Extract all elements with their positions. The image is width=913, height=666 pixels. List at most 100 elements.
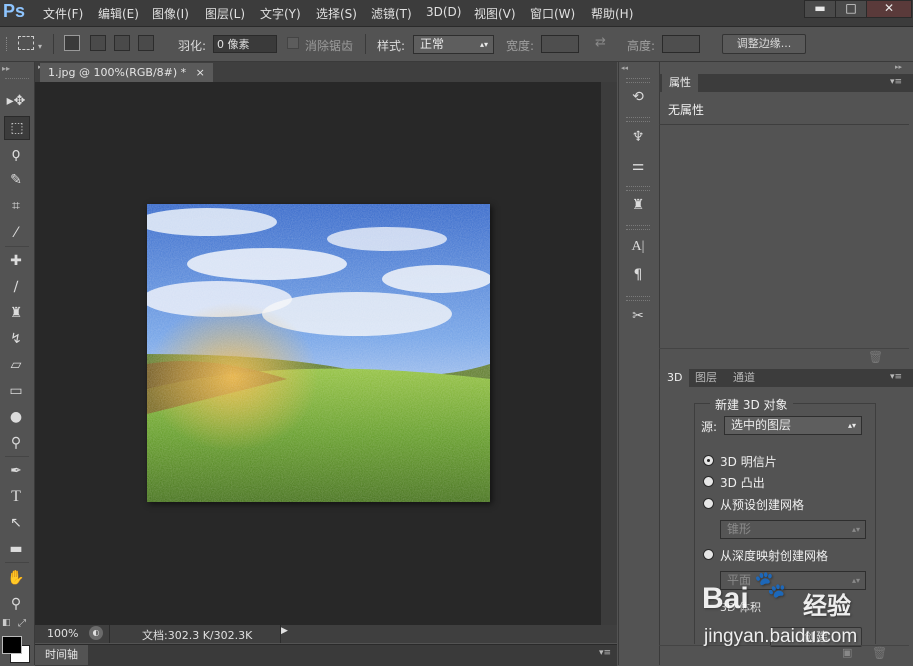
add-selection-icon[interactable] (90, 35, 106, 51)
tab-layers[interactable]: 图层 (688, 369, 724, 387)
new-selection-icon[interactable] (64, 35, 80, 51)
refine-edge-button[interactable]: 调整边缘... (722, 34, 806, 54)
collapse-arrows-icon[interactable]: ◂◂ (621, 64, 628, 72)
dodge-tool-icon[interactable]: ⚲ (4, 432, 28, 454)
separator (5, 562, 29, 563)
preset-mesh-label[interactable]: 从预设创建网格 (720, 496, 804, 513)
brush-tool-icon[interactable]: ∕ (4, 276, 28, 298)
hand-tool-icon[interactable]: ✋ (4, 567, 28, 589)
style-select[interactable]: 正常 ▴▾ (413, 35, 494, 54)
menu-select[interactable]: 选择(S) (316, 5, 357, 22)
extrusion-radio[interactable] (703, 476, 714, 487)
default-colors-icon[interactable]: ◧ (2, 618, 11, 628)
watermark-brand: Bai (702, 582, 749, 615)
menu-edit[interactable]: 编辑(E) (98, 5, 139, 22)
properties-content: 无属性 (668, 103, 705, 117)
vertical-scrollbar[interactable] (601, 82, 617, 625)
character-panel-icon[interactable]: A| (627, 236, 649, 258)
preset-mesh-select[interactable]: 锥形 ▴▾ (720, 520, 866, 539)
foreground-color-swatch[interactable] (2, 636, 22, 654)
rect-marquee-preset-icon[interactable] (18, 36, 34, 50)
updown-caret-icon: ▴▾ (479, 40, 488, 49)
tab-3d[interactable]: 3D (660, 369, 690, 387)
strip-grip (626, 117, 650, 122)
style-label: 样式: (377, 39, 406, 53)
collapse-arrows-icon[interactable]: ▸▸ (2, 64, 10, 73)
document-size-info: 文档:302.3 K/302.3K (142, 629, 253, 642)
postcard-label[interactable]: 3D 明信片 (720, 453, 777, 470)
width-input[interactable] (541, 35, 579, 53)
menu-layer[interactable]: 图层(L) (205, 5, 245, 22)
tab-channels[interactable]: 通道 (726, 369, 762, 387)
postcard-radio[interactable] (703, 455, 714, 466)
close-tab-icon[interactable]: × (196, 66, 205, 79)
menu-view[interactable]: 视图(V) (474, 5, 516, 22)
eraser-tool-icon[interactable]: ▱ (4, 354, 28, 376)
lasso-tool-icon[interactable]: ϙ (4, 143, 28, 165)
antialias-checkbox[interactable] (287, 37, 299, 49)
gradient-tool-icon[interactable]: ▭ (4, 380, 28, 402)
trash-icon[interactable]: 🗑 (868, 350, 883, 364)
menu-file[interactable]: 文件(F) (43, 5, 83, 22)
brush-presets-icon[interactable]: ♆ (627, 126, 649, 148)
menu-filter[interactable]: 滤镜(T) (371, 5, 412, 22)
width-label: 宽度: (506, 39, 535, 53)
status-menu-arrow-icon[interactable]: ▶ (281, 626, 288, 636)
pen-tool-icon[interactable]: ✒ (4, 460, 28, 482)
tab-properties[interactable]: 属性 (662, 74, 698, 92)
menu-type[interactable]: 文字(Y) (260, 5, 301, 22)
subtract-selection-icon[interactable] (114, 35, 130, 51)
crop-tool-icon[interactable]: ⌗ (4, 195, 28, 217)
status-info-icon[interactable]: ◐ (89, 626, 103, 640)
panel-menu-icon[interactable]: ▾≡ (890, 372, 902, 382)
strip-grip (626, 296, 650, 301)
trash-icon[interactable]: 🗑 (872, 646, 887, 660)
paw-icon: 🐾 (754, 570, 787, 600)
document-image[interactable] (147, 204, 490, 502)
clone-source-icon[interactable]: ♜ (627, 194, 649, 216)
depth-map-radio[interactable] (703, 549, 714, 560)
panel-menu-icon[interactable]: ▾≡ (599, 648, 611, 658)
move-tool-icon[interactable]: ▸✥ (4, 90, 28, 112)
depth-map-label[interactable]: 从深度映射创建网格 (720, 547, 828, 564)
swap-colors-icon[interactable]: ⤢ (18, 618, 26, 629)
marquee-tool-icon[interactable]: ⬚ (4, 116, 30, 140)
collapse-arrows-icon[interactable]: ▸▸ (895, 63, 902, 71)
source-select[interactable]: 选中的图层 ▴▾ (724, 416, 862, 435)
paragraph-panel-icon[interactable]: ¶ (627, 264, 649, 286)
close-button[interactable]: ✕ (866, 0, 912, 18)
history-panel-icon[interactable]: ⟲ (627, 86, 649, 108)
panel-menu-icon[interactable]: ▾≡ (890, 77, 902, 87)
path-selection-tool-icon[interactable]: ↖ (4, 512, 28, 534)
tool-presets-icon[interactable]: ✂ (627, 305, 649, 327)
zoom-tool-icon[interactable]: ⚲ (4, 593, 28, 615)
preset-mesh-value: 锥形 (727, 522, 752, 536)
document-tab[interactable]: 1.jpg @ 100%(RGB/8#) * × (40, 63, 213, 82)
timeline-tab[interactable]: 时间轴 (35, 645, 88, 665)
history-brush-tool-icon[interactable]: ↯ (4, 328, 28, 350)
menu-help[interactable]: 帮助(H) (591, 5, 633, 22)
menu-image[interactable]: 图像(I) (152, 5, 189, 22)
type-tool-icon[interactable]: T (4, 486, 28, 508)
rectangle-tool-icon[interactable]: ▬ (4, 538, 28, 560)
separator (5, 246, 29, 247)
blur-tool-icon[interactable]: ● (4, 406, 28, 428)
maximize-button[interactable]: □ (835, 0, 867, 18)
extrusion-label[interactable]: 3D 凸出 (720, 474, 765, 491)
quick-selection-tool-icon[interactable]: ✎ (4, 169, 28, 191)
minimize-button[interactable]: ▬ (804, 0, 836, 18)
intersect-selection-icon[interactable] (138, 35, 154, 51)
clone-stamp-tool-icon[interactable]: ♜ (4, 302, 28, 324)
height-input[interactable] (662, 35, 700, 53)
preset-mesh-radio[interactable] (703, 498, 714, 509)
brush-panel-icon[interactable]: ⚌ (627, 155, 649, 177)
menu-window[interactable]: 窗口(W) (530, 5, 575, 22)
toolbox-grip (5, 78, 29, 81)
healing-brush-tool-icon[interactable]: ✚ (4, 250, 28, 272)
zoom-level[interactable]: 100% (47, 627, 78, 640)
swap-icon[interactable]: ⇄ (595, 35, 606, 50)
eyedropper-tool-icon[interactable]: ⁄ (4, 222, 28, 244)
menu-3d[interactable]: 3D(D) (426, 5, 461, 19)
feather-input[interactable]: 0 像素 (213, 35, 277, 53)
chevron-down-icon[interactable]: ▾ (38, 42, 42, 51)
